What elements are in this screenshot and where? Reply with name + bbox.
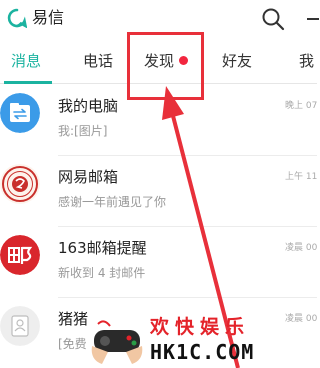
watermark-text: 欢快娱乐 xyxy=(150,316,251,338)
contact-name: 163邮箱提醒 xyxy=(58,239,147,257)
list-item[interactable]: 163邮箱提醒 新收到 4 封邮件 凌晨 00 xyxy=(0,227,317,298)
tab-me[interactable]: 我 xyxy=(299,38,314,84)
contact-name: 我的电脑 xyxy=(58,97,119,115)
yixin-logo-icon xyxy=(7,8,27,28)
tab-label: 好友 xyxy=(222,52,253,70)
tab-label: 消息 xyxy=(11,52,42,70)
contact-card-icon xyxy=(0,306,40,346)
message-time: 凌晨 00 xyxy=(285,243,318,253)
message-preview: [免费 xyxy=(58,337,87,351)
message-time: 晚上 07 xyxy=(285,101,318,111)
mail-char-icon xyxy=(0,235,40,275)
tab-calls[interactable]: 电话 xyxy=(83,38,113,84)
message-preview: 感谢一年前遇见了你 xyxy=(58,195,167,209)
list-item[interactable]: 我的电脑 我:[图片] 晚上 07 xyxy=(0,85,317,156)
message-preview: 我:[图片] xyxy=(58,124,108,138)
tab-messages[interactable]: 消息 xyxy=(11,38,41,84)
contact-name: 猪猪 xyxy=(58,310,89,328)
computer-icon xyxy=(0,93,40,133)
list-item[interactable]: 网易邮箱 感谢一年前遇见了你 上午 11 xyxy=(0,156,317,227)
active-tab-indicator xyxy=(4,81,52,84)
message-time: 上午 11 xyxy=(285,172,318,182)
gamepad-hands-icon xyxy=(91,320,143,364)
watermark-url: HK1C.COM xyxy=(150,340,255,364)
tab-label: 电话 xyxy=(83,52,114,70)
netease-mail-seal xyxy=(0,164,40,204)
contact-name: 网易邮箱 xyxy=(58,168,119,186)
message-preview: 新收到 4 封邮件 xyxy=(58,266,146,280)
add-icon[interactable] xyxy=(305,6,319,32)
message-time: 凌晨 00 xyxy=(285,314,318,324)
tab-friends[interactable]: 好友 xyxy=(222,38,252,84)
tab-label: 我 xyxy=(299,52,315,70)
search-icon[interactable] xyxy=(260,6,286,32)
app-title: 易信 xyxy=(32,8,65,27)
watermark: 欢快娱乐 HK1C.COM xyxy=(88,312,253,368)
